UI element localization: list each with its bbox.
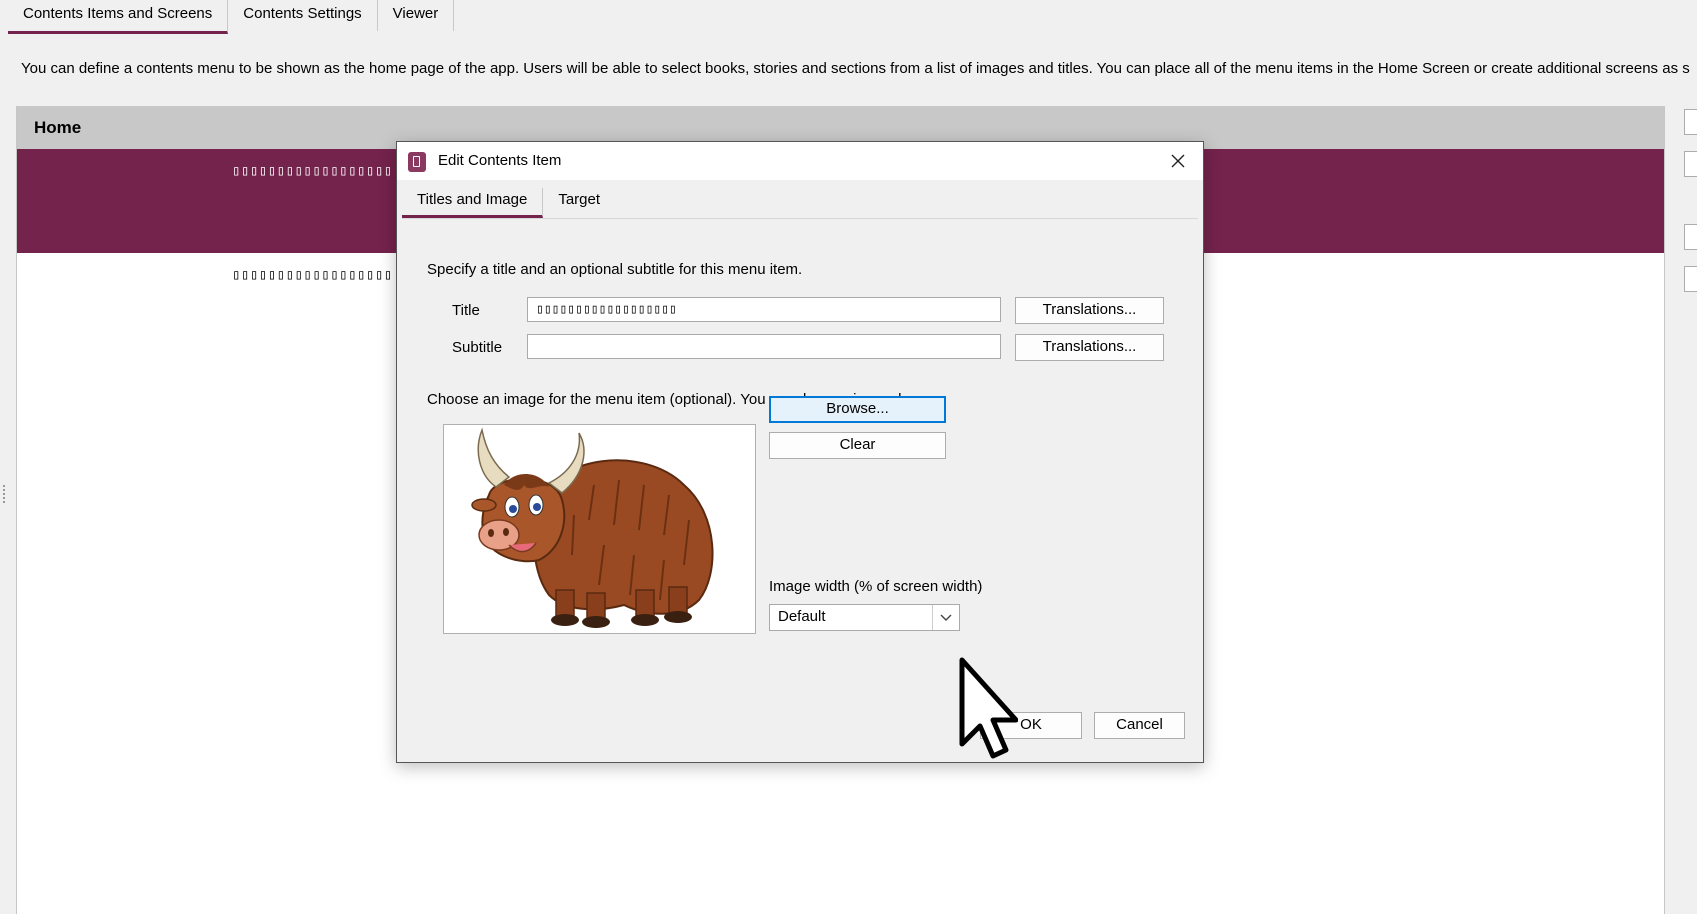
tab-viewer[interactable]: Viewer bbox=[378, 0, 455, 31]
edit-item-button[interactable] bbox=[1684, 151, 1697, 177]
browse-button[interactable]: Browse... bbox=[769, 396, 946, 423]
subtitle-translations-button[interactable]: Translations... bbox=[1015, 334, 1164, 361]
tab-contents-items-and-screens[interactable]: Contents Items and Screens bbox=[8, 0, 229, 34]
image-width-label: Image width (% of screen width) bbox=[769, 578, 983, 595]
tab-target[interactable]: Target bbox=[543, 188, 615, 215]
description-text: You can define a contents menu to be sho… bbox=[21, 60, 1690, 77]
dialog-tab-bar: Titles and Image Target bbox=[402, 188, 1198, 219]
yak-image bbox=[471, 427, 714, 628]
image-drop-area[interactable] bbox=[443, 424, 756, 634]
chevron-down-icon[interactable] bbox=[932, 605, 959, 630]
title-field[interactable] bbox=[527, 297, 1001, 322]
edit-contents-item-dialog: Edit Contents Item Titles and Image Targ… bbox=[396, 141, 1204, 763]
move-down-button[interactable] bbox=[1684, 266, 1697, 292]
add-item-button[interactable] bbox=[1684, 109, 1697, 135]
ok-button[interactable]: OK bbox=[980, 712, 1082, 739]
image-width-value: Default bbox=[778, 608, 826, 625]
tab-contents-settings[interactable]: Contents Settings bbox=[228, 0, 378, 31]
title-translations-button[interactable]: Translations... bbox=[1015, 297, 1164, 324]
subtitle-label: Subtitle bbox=[452, 339, 503, 356]
close-icon[interactable] bbox=[1163, 147, 1193, 175]
title-instruction: Specify a title and an optional subtitle… bbox=[427, 261, 803, 278]
top-tab-bar: Contents Items and Screens Contents Sett… bbox=[8, 0, 455, 35]
image-width-select[interactable]: Default bbox=[769, 604, 960, 631]
title-label: Title bbox=[452, 302, 480, 319]
splitter-grip[interactable] bbox=[3, 485, 8, 503]
subtitle-field[interactable] bbox=[527, 334, 1001, 359]
app-icon bbox=[408, 152, 426, 172]
move-up-button[interactable] bbox=[1684, 224, 1697, 250]
cancel-button[interactable]: Cancel bbox=[1094, 712, 1185, 739]
clear-button[interactable]: Clear bbox=[769, 432, 946, 459]
dialog-title: Edit Contents Item bbox=[438, 152, 562, 169]
dialog-titlebar: Edit Contents Item bbox=[397, 142, 1203, 180]
home-menu-item-label: ▯▯▯▯▯▯▯▯▯▯▯▯▯▯▯▯▯▯ bbox=[232, 163, 393, 179]
tab-titles-and-image[interactable]: Titles and Image bbox=[402, 188, 544, 218]
home-menu-item-label: ▯▯▯▯▯▯▯▯▯▯▯▯▯▯▯▯▯▯ bbox=[232, 267, 393, 283]
